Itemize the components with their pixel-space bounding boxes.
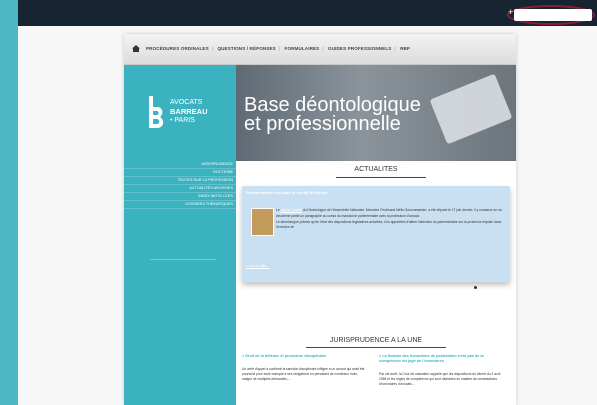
brand-line3: • PARIS bbox=[170, 117, 195, 124]
nav-link[interactable]: FORMULAIRES bbox=[285, 46, 323, 51]
news-body-2: Le déontologue précise qu'en l'état des … bbox=[276, 219, 502, 230]
juris-article-2-title[interactable]: > La fixation des honoraires de postulat… bbox=[379, 354, 504, 364]
news-body: du Déontologue de l'Assemblée Nationale,… bbox=[276, 208, 502, 218]
juris-article-2: > La fixation des honoraires de postulat… bbox=[379, 354, 504, 388]
juris-article-1: > Droit de la défense et procédure disci… bbox=[242, 354, 367, 383]
juris-article-2-text: Par cet arrêt, la Cour de cassation rapp… bbox=[379, 372, 501, 387]
sidebar-item-textes[interactable]: TEXTES SUR LA PROFESSION bbox=[124, 177, 236, 185]
news-body-start: Le bbox=[276, 208, 280, 212]
banner-title-line2: et professionnelle bbox=[244, 113, 401, 135]
brand-logo[interactable]: AVOCATS BARREAU • PARIS bbox=[124, 65, 236, 161]
juris-title-underline bbox=[306, 347, 446, 348]
juris-section-title: JURISPRUDENCE A LA UNE bbox=[329, 337, 423, 344]
sidebar-divider bbox=[150, 259, 216, 260]
browser-page: + PROCÉDURES ORDINALES | QUESTIONS / RÉPO… bbox=[18, 0, 597, 405]
news-thumbnail bbox=[251, 208, 274, 236]
nav-link[interactable]: GUIDES PROFESSIONNELS bbox=[328, 46, 394, 51]
sidebar-item-jurisprudence[interactable]: JURISPRUDENCE bbox=[124, 161, 236, 169]
home-icon[interactable] bbox=[132, 45, 140, 52]
carousel-dots[interactable] bbox=[474, 276, 481, 307]
barreau-logo-icon bbox=[149, 96, 164, 128]
banner-title: Base déontologique et professionnelle bbox=[244, 95, 421, 135]
main-nav: PROCÉDURES ORDINALES | QUESTIONS / RÉPONS… bbox=[124, 34, 516, 65]
news-text: Le rapport annuel du Déontologue de l'As… bbox=[276, 208, 504, 231]
banner-image: Base déontologique et professionnelle bbox=[236, 65, 516, 161]
juris-article-1-text: Un arrêt d'appel a confirmé la sanction … bbox=[242, 367, 365, 382]
news-title-underline bbox=[336, 177, 426, 178]
plus-icon: + bbox=[508, 7, 514, 17]
news-read-more[interactable]: > Lire la suite... bbox=[246, 264, 269, 268]
sidebar-item-index-mots-cles[interactable]: INDEX MOTS-CLES bbox=[124, 193, 236, 201]
nav-link[interactable]: PROCÉDURES ORDINALES bbox=[146, 46, 212, 51]
sidebar-item-actualites-archives[interactable]: ACTUALITÉS ARCHIVES bbox=[124, 185, 236, 193]
sidebar: JURISPRUDENCE DOCTRINE TEXTES SUR LA PRO… bbox=[124, 161, 236, 405]
news-section-title: ACTUALITES bbox=[354, 166, 398, 173]
top-bar: + bbox=[18, 0, 597, 26]
tablet-illustration bbox=[429, 73, 513, 145]
sidebar-item-dossiers-thematiques[interactable]: DOSSIERS THÉMATIQUES bbox=[124, 201, 236, 209]
main-content: ACTUALITES Parlementaires avocats et con… bbox=[236, 161, 516, 405]
juris-article-1-title[interactable]: > Droit de la défense et procédure disci… bbox=[242, 354, 367, 359]
nav-links: PROCÉDURES ORDINALES | QUESTIONS / RÉPONS… bbox=[146, 46, 413, 51]
news-headline[interactable]: Parlementaires avocats et conflit d'inté… bbox=[246, 190, 327, 195]
banner: AVOCATS BARREAU • PARIS Base déontologiq… bbox=[124, 65, 516, 161]
brand-line1: AVOCATS bbox=[170, 99, 203, 106]
brand-text: AVOCATS BARREAU • PARIS bbox=[170, 98, 208, 125]
news-box: Parlementaires avocats et conflit d'inté… bbox=[242, 186, 510, 307]
nav-link[interactable]: QUESTIONS / RÉPONSES bbox=[217, 46, 278, 51]
nav-link[interactable]: RBP bbox=[400, 46, 413, 51]
top-search-input[interactable]: + bbox=[508, 7, 592, 21]
sidebar-item-doctrine[interactable]: DOCTRINE bbox=[124, 169, 236, 177]
site-container: PROCÉDURES ORDINALES | QUESTIONS / RÉPONS… bbox=[124, 34, 516, 405]
brand-line2: BARREAU bbox=[170, 107, 208, 116]
news-link[interactable]: rapport annuel bbox=[281, 208, 302, 212]
